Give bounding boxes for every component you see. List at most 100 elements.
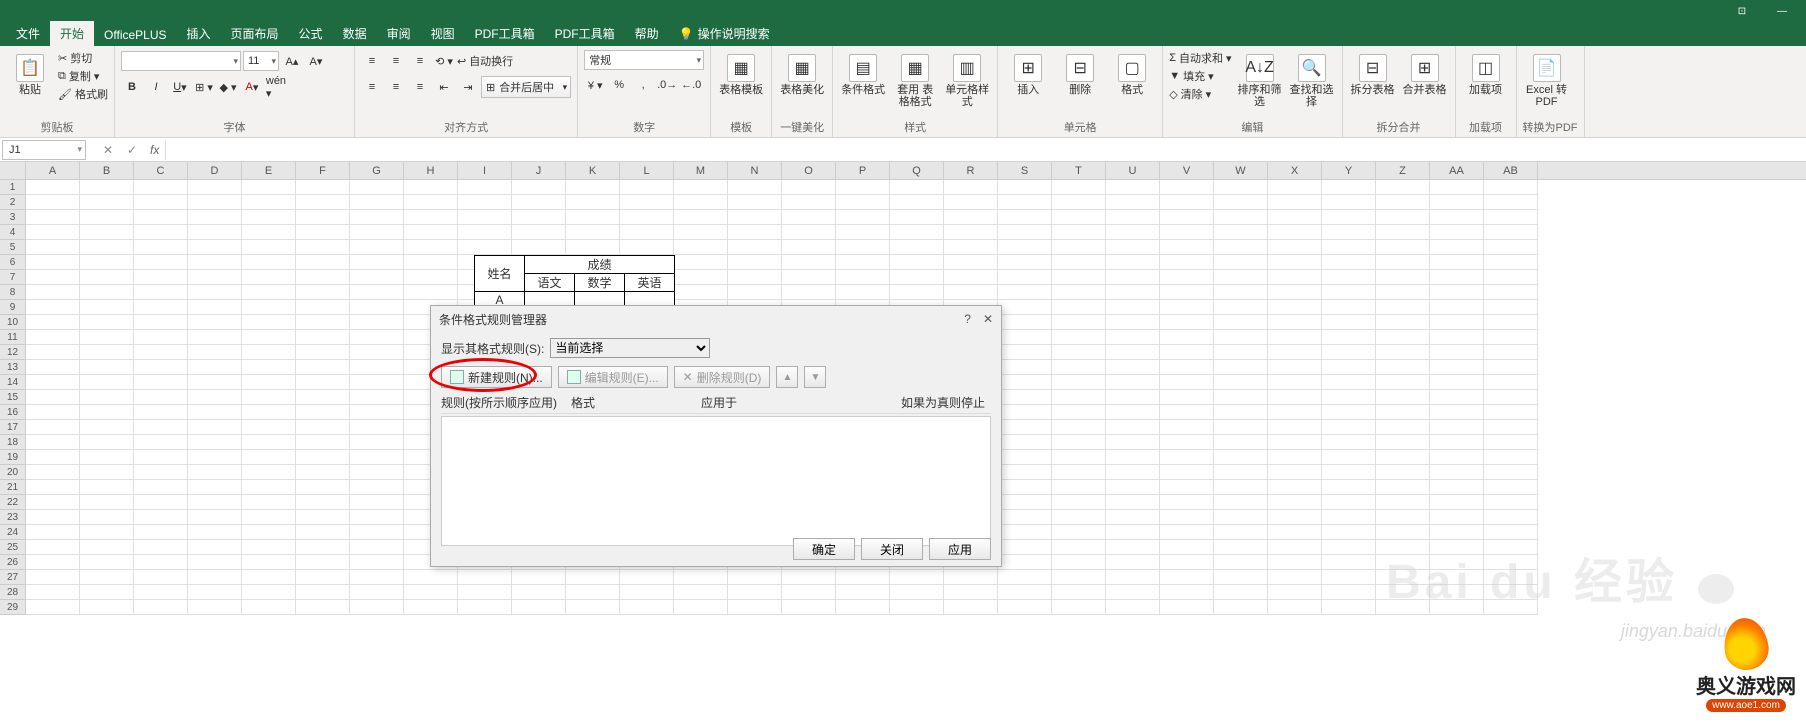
find-select-button[interactable]: 🔍查找和选择 bbox=[1288, 50, 1336, 112]
cell[interactable] bbox=[620, 570, 674, 585]
cell[interactable] bbox=[1484, 225, 1538, 240]
cell[interactable] bbox=[1484, 255, 1538, 270]
cell[interactable] bbox=[80, 600, 134, 615]
cell[interactable] bbox=[512, 585, 566, 600]
cell[interactable] bbox=[566, 195, 620, 210]
cell[interactable] bbox=[782, 570, 836, 585]
cell[interactable] bbox=[1268, 525, 1322, 540]
cell[interactable] bbox=[1106, 285, 1160, 300]
cell[interactable] bbox=[1322, 540, 1376, 555]
cell[interactable] bbox=[620, 240, 674, 255]
cell[interactable] bbox=[1376, 240, 1430, 255]
cell[interactable] bbox=[1106, 525, 1160, 540]
cell[interactable] bbox=[242, 270, 296, 285]
row-header-3[interactable]: 3 bbox=[0, 210, 26, 225]
cell[interactable] bbox=[296, 435, 350, 450]
cell[interactable] bbox=[350, 375, 404, 390]
cell[interactable] bbox=[1430, 285, 1484, 300]
cell[interactable] bbox=[1322, 300, 1376, 315]
cell[interactable] bbox=[728, 285, 782, 300]
row-header-14[interactable]: 14 bbox=[0, 375, 26, 390]
cell[interactable] bbox=[1106, 570, 1160, 585]
cell[interactable] bbox=[26, 300, 80, 315]
cell[interactable] bbox=[998, 465, 1052, 480]
tab-help[interactable]: 帮助 bbox=[625, 21, 669, 46]
cell[interactable] bbox=[1322, 510, 1376, 525]
cell[interactable] bbox=[1376, 300, 1430, 315]
cell[interactable] bbox=[1214, 405, 1268, 420]
cell[interactable] bbox=[1214, 390, 1268, 405]
cell[interactable] bbox=[188, 585, 242, 600]
cell[interactable] bbox=[1268, 570, 1322, 585]
cell[interactable] bbox=[1052, 555, 1106, 570]
cell[interactable] bbox=[782, 600, 836, 615]
cell[interactable] bbox=[890, 180, 944, 195]
col-header-E[interactable]: E bbox=[242, 162, 296, 179]
cell[interactable] bbox=[1484, 270, 1538, 285]
formula-input[interactable] bbox=[165, 140, 1806, 160]
cell[interactable] bbox=[1106, 390, 1160, 405]
cell[interactable] bbox=[1214, 510, 1268, 525]
tab-pdf1[interactable]: PDF工具箱 bbox=[465, 21, 545, 46]
cell[interactable] bbox=[134, 435, 188, 450]
new-rule-button[interactable]: 新建规则(N)... bbox=[441, 366, 552, 388]
cell[interactable] bbox=[836, 570, 890, 585]
cell[interactable] bbox=[1430, 390, 1484, 405]
cell[interactable] bbox=[1052, 285, 1106, 300]
cell[interactable] bbox=[296, 345, 350, 360]
cell[interactable] bbox=[566, 570, 620, 585]
cell[interactable] bbox=[404, 210, 458, 225]
cell[interactable] bbox=[512, 570, 566, 585]
cell[interactable] bbox=[674, 585, 728, 600]
cell[interactable] bbox=[80, 585, 134, 600]
cell[interactable] bbox=[188, 570, 242, 585]
cell[interactable] bbox=[404, 285, 458, 300]
cell[interactable] bbox=[188, 495, 242, 510]
currency-button[interactable]: ¥ ▾ bbox=[584, 75, 606, 95]
cell[interactable] bbox=[296, 285, 350, 300]
cell[interactable] bbox=[566, 585, 620, 600]
cell[interactable] bbox=[512, 225, 566, 240]
insert-button[interactable]: ⊞插入 bbox=[1004, 50, 1052, 100]
cell[interactable] bbox=[1106, 270, 1160, 285]
cell[interactable] bbox=[1052, 195, 1106, 210]
cell[interactable] bbox=[296, 225, 350, 240]
cell[interactable] bbox=[998, 450, 1052, 465]
cell[interactable] bbox=[1052, 255, 1106, 270]
cell[interactable] bbox=[26, 255, 80, 270]
cell[interactable] bbox=[782, 585, 836, 600]
cell[interactable] bbox=[1322, 420, 1376, 435]
cell[interactable] bbox=[1160, 405, 1214, 420]
cell[interactable] bbox=[1214, 525, 1268, 540]
cell[interactable] bbox=[80, 315, 134, 330]
cell[interactable] bbox=[1160, 330, 1214, 345]
tab-review[interactable]: 审阅 bbox=[377, 21, 421, 46]
row-header-17[interactable]: 17 bbox=[0, 420, 26, 435]
beautify-button[interactable]: ▦表格美化 bbox=[778, 50, 826, 100]
cell[interactable] bbox=[80, 180, 134, 195]
cell[interactable] bbox=[1268, 240, 1322, 255]
cell[interactable] bbox=[1322, 495, 1376, 510]
cell[interactable] bbox=[458, 195, 512, 210]
col-header-V[interactable]: V bbox=[1160, 162, 1214, 179]
cell[interactable] bbox=[242, 390, 296, 405]
cell[interactable] bbox=[1484, 585, 1538, 600]
cell[interactable] bbox=[1376, 330, 1430, 345]
cell[interactable] bbox=[80, 375, 134, 390]
cancel-formula-button[interactable]: ✕ bbox=[96, 143, 120, 157]
tab-home[interactable]: 开始 bbox=[50, 21, 94, 46]
cell[interactable] bbox=[944, 240, 998, 255]
cell[interactable] bbox=[998, 360, 1052, 375]
cell[interactable] bbox=[998, 510, 1052, 525]
cell[interactable] bbox=[188, 285, 242, 300]
font-color-button[interactable]: A ▾ bbox=[241, 77, 263, 97]
cell[interactable] bbox=[1268, 405, 1322, 420]
col-header-F[interactable]: F bbox=[296, 162, 350, 179]
cell[interactable] bbox=[1214, 270, 1268, 285]
cell[interactable] bbox=[1322, 375, 1376, 390]
cell[interactable] bbox=[242, 315, 296, 330]
cell[interactable] bbox=[1268, 510, 1322, 525]
cell[interactable] bbox=[26, 390, 80, 405]
ribbon-display-button[interactable]: ⊡ bbox=[1722, 0, 1762, 22]
cell[interactable] bbox=[674, 600, 728, 615]
